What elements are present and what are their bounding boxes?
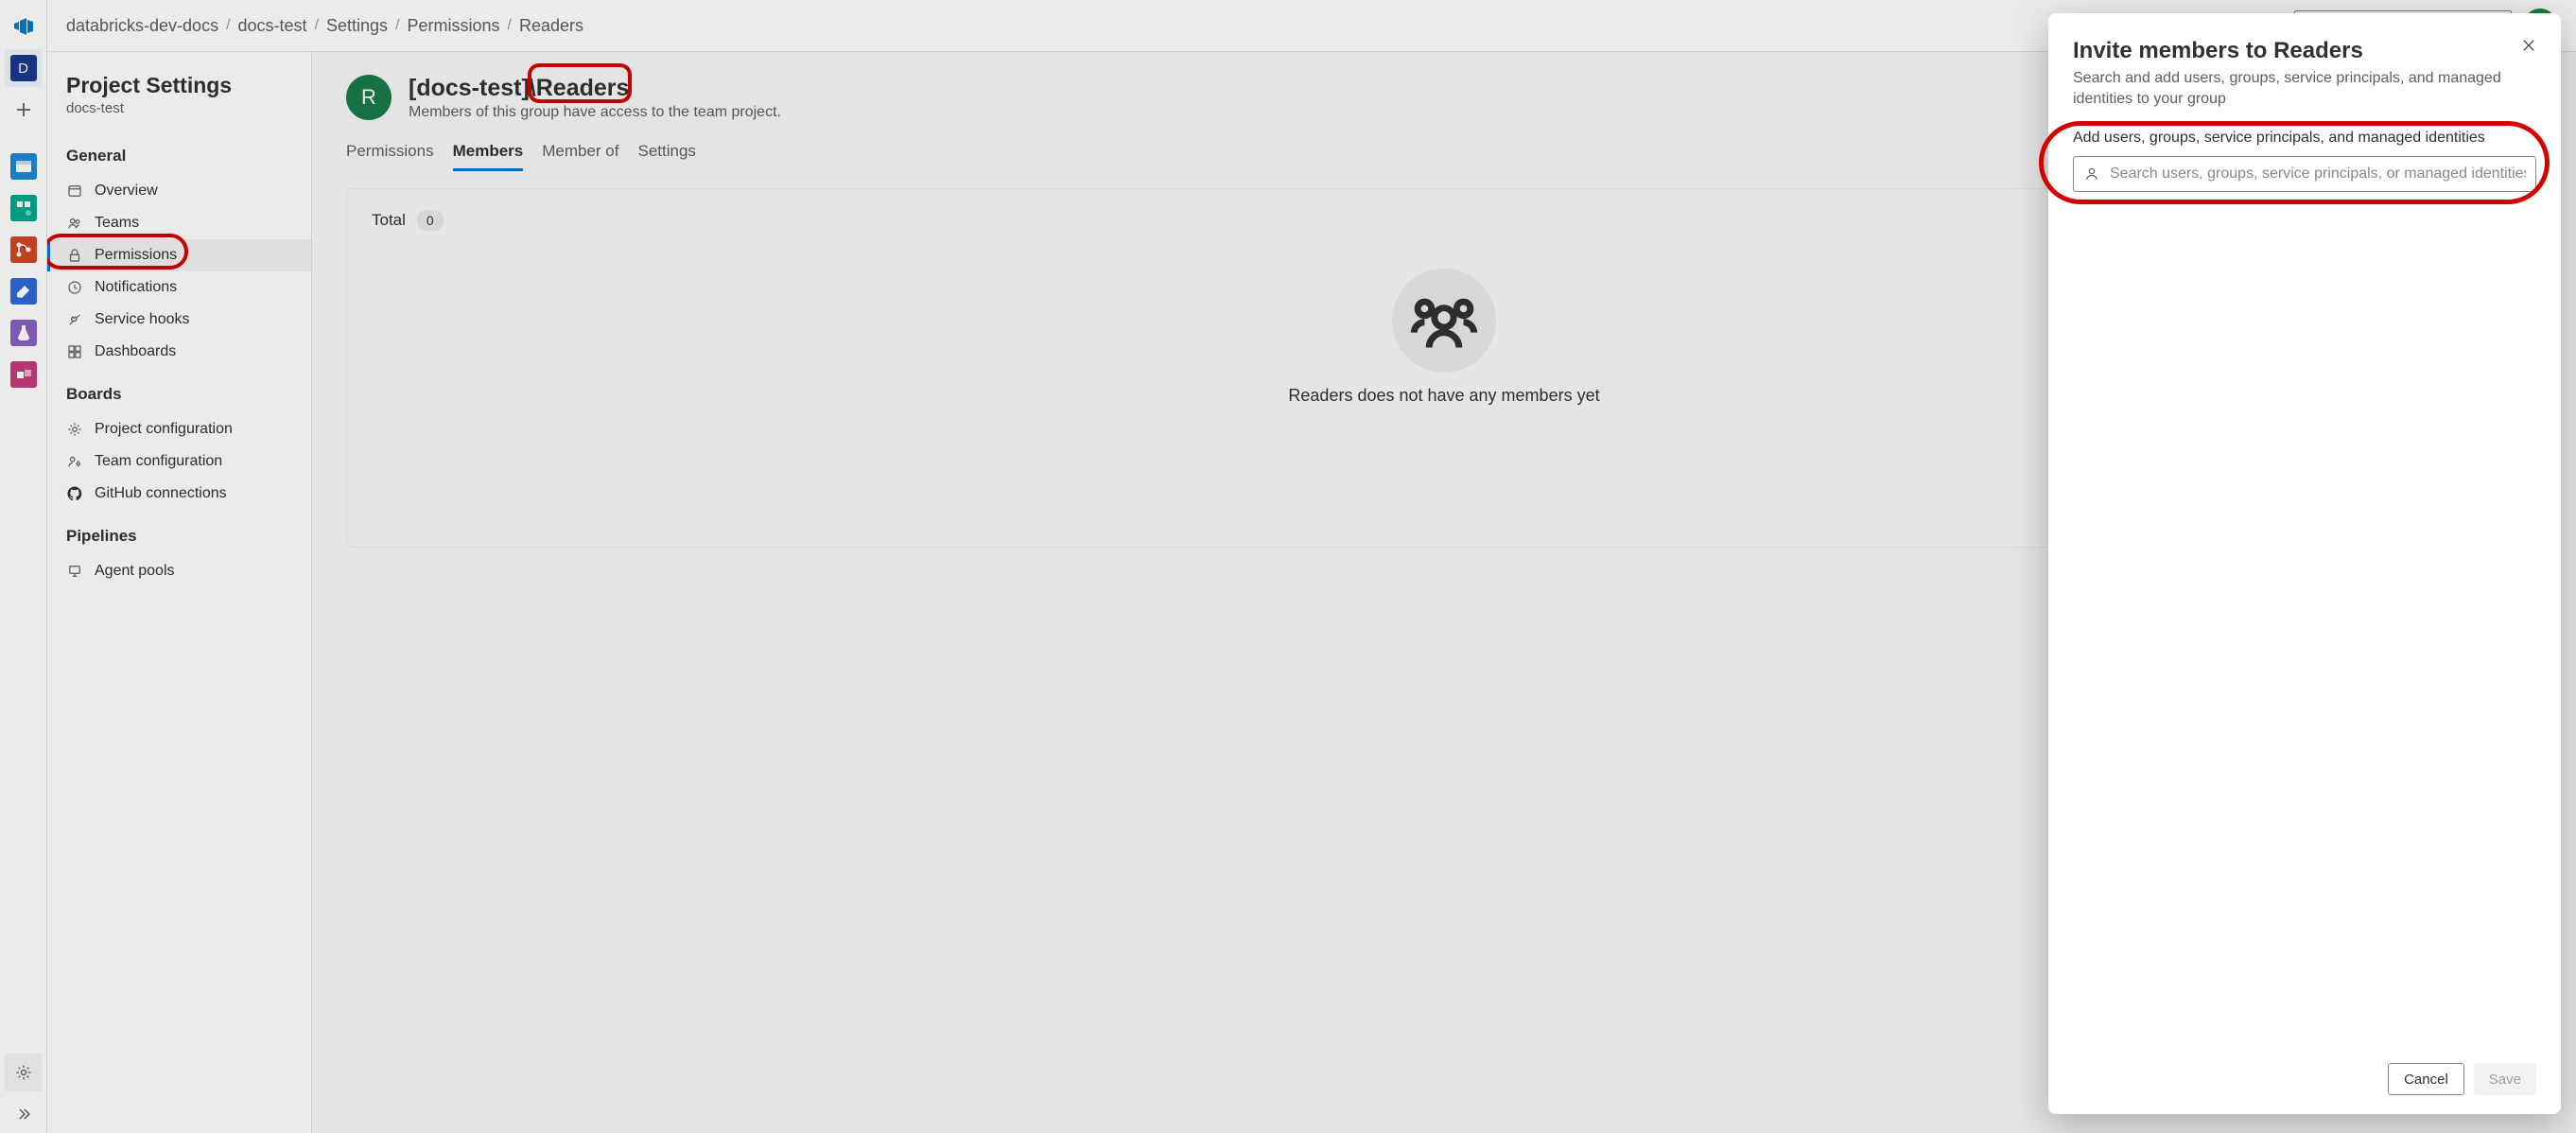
chevrons-right-icon <box>14 1105 33 1124</box>
empty-state-icon-wrap <box>1392 269 1496 373</box>
tab-permissions[interactable]: Permissions <box>346 134 434 171</box>
total-label: Total <box>372 211 406 230</box>
identity-search-field[interactable] <box>2073 156 2536 192</box>
people-icon <box>66 215 83 232</box>
dialog-subtitle: Search and add users, groups, service pr… <box>2073 68 2536 109</box>
search-field-label: Add users, groups, service principals, a… <box>2073 130 2536 147</box>
crumb-sep: / <box>226 17 230 34</box>
sidebar-title: Project Settings <box>66 73 292 98</box>
rail-artifacts[interactable] <box>5 356 43 393</box>
team-gear-icon <box>66 453 83 470</box>
overview-icon <box>12 155 35 178</box>
azure-devops-icon <box>12 15 35 38</box>
tab-members[interactable]: Members <box>453 134 524 171</box>
group-icon <box>1408 285 1480 357</box>
github-icon <box>66 485 83 502</box>
rail-test-plans[interactable] <box>5 314 43 352</box>
group-description: Members of this group have access to the… <box>409 104 781 121</box>
project-initial: D <box>10 55 37 81</box>
identity-search-input[interactable] <box>2110 166 2526 183</box>
section-pipelines: Pipelines <box>47 510 311 555</box>
sidebar-item-service-hooks[interactable]: Service hooks <box>47 304 311 336</box>
save-button: Save <box>2474 1063 2536 1095</box>
pipelines-icon <box>12 280 35 303</box>
crumb-project[interactable]: docs-test <box>238 16 307 36</box>
card-icon <box>66 183 83 200</box>
artifacts-icon <box>12 363 35 386</box>
sidebar-item-agent-pools[interactable]: Agent pools <box>47 555 311 587</box>
cancel-button[interactable]: Cancel <box>2388 1063 2464 1095</box>
tab-settings[interactable]: Settings <box>637 134 695 171</box>
sidebar-subtitle: docs-test <box>66 100 292 116</box>
gear-icon <box>14 1063 33 1082</box>
sidebar-item-permissions[interactable]: Permissions <box>47 239 311 271</box>
rail-pipelines[interactable] <box>5 272 43 310</box>
boards-icon <box>12 197 35 219</box>
section-general: General <box>47 130 311 175</box>
crumb-group[interactable]: Readers <box>519 16 583 36</box>
rail-expand[interactable] <box>5 1095 43 1133</box>
rail-repos[interactable] <box>5 231 43 269</box>
group-avatar: R <box>346 75 392 120</box>
project-tile[interactable]: D <box>5 49 43 87</box>
gear-icon <box>66 421 83 438</box>
invite-dialog: Invite members to Readers Search and add… <box>2048 13 2561 1114</box>
dashboard-icon <box>66 343 83 360</box>
sidebar-item-dashboards[interactable]: Dashboards <box>47 336 311 368</box>
sidebar-item-notifications[interactable]: Notifications <box>47 271 311 304</box>
lock-icon <box>66 247 83 264</box>
group-name: Readers <box>536 75 630 102</box>
group-prefix: [docs-test]\ <box>409 75 536 102</box>
crumb-org[interactable]: databricks-dev-docs <box>66 16 218 36</box>
bell-icon <box>66 279 83 296</box>
project-settings-gear[interactable] <box>5 1054 43 1091</box>
crumb-permissions[interactable]: Permissions <box>408 16 500 36</box>
settings-sidebar: Project Settings docs-test General Overv… <box>47 52 312 1133</box>
crumb-settings[interactable]: Settings <box>326 16 388 36</box>
plug-icon <box>66 311 83 328</box>
azure-devops-logo[interactable] <box>5 8 43 45</box>
rail-overview[interactable] <box>5 148 43 185</box>
nav-rail: D <box>0 0 47 1133</box>
test-plans-icon <box>12 322 35 344</box>
sidebar-item-project-config[interactable]: Project configuration <box>47 413 311 445</box>
repos-icon <box>12 238 35 261</box>
close-button[interactable] <box>2515 32 2542 59</box>
sidebar-item-overview[interactable]: Overview <box>47 175 311 207</box>
agent-icon <box>66 563 83 580</box>
empty-state-text: Readers does not have any members yet <box>1288 386 1599 406</box>
close-icon <box>2520 37 2537 54</box>
sidebar-item-teams[interactable]: Teams <box>47 207 311 239</box>
add-button[interactable] <box>5 91 43 129</box>
rail-boards[interactable] <box>5 189 43 227</box>
plus-icon <box>12 98 35 121</box>
section-boards: Boards <box>47 368 311 413</box>
dialog-title: Invite members to Readers <box>2073 38 2536 64</box>
tab-member-of[interactable]: Member of <box>542 134 618 171</box>
sidebar-item-team-config[interactable]: Team configuration <box>47 445 311 478</box>
person-icon <box>2083 166 2100 183</box>
total-count: 0 <box>417 210 444 231</box>
sidebar-item-github[interactable]: GitHub connections <box>47 478 311 510</box>
